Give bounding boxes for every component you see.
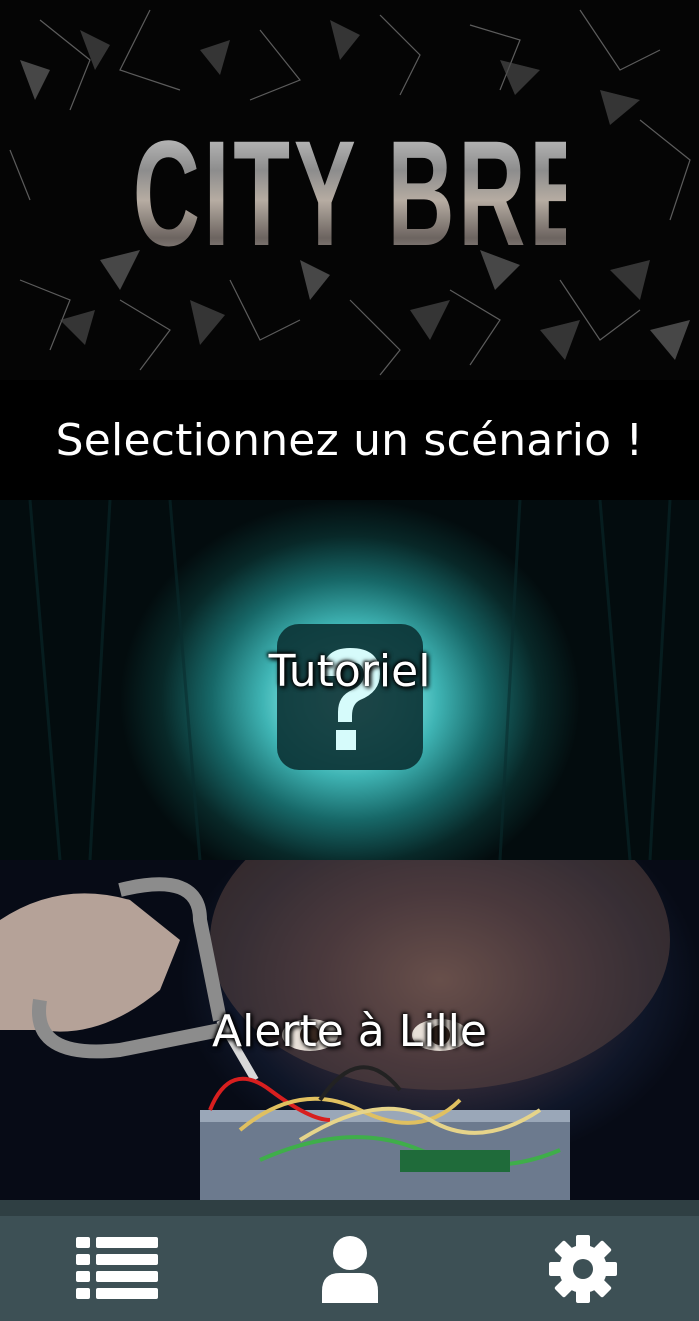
bottom-nav-bar (0, 1200, 699, 1321)
list-icon (75, 1236, 158, 1299)
scenario-label-alerte-lille: Alerte à Lille (212, 1006, 487, 1057)
scenario-card-tutorial[interactable]: Tutoriel (0, 500, 699, 860)
gear-icon (548, 1234, 617, 1303)
header-banner: CITY BREAK! (0, 0, 699, 380)
scenario-prompt-text: Selectionnez un scénario ! (55, 414, 644, 466)
app-logo-title: CITY BREAK! (132, 109, 699, 277)
scenario-prompt: Selectionnez un scénario ! (0, 380, 699, 500)
nav-settings-button[interactable] (523, 1224, 643, 1314)
app-screen: CITY BREAK! Selectionnez un scénario ! T… (0, 0, 699, 1321)
scenario-card-alerte-lille[interactable]: Alerte à Lille (0, 860, 699, 1200)
scenario-label-tutorial: Tutoriel (268, 646, 431, 697)
user-icon (321, 1235, 378, 1303)
nav-list-button[interactable] (57, 1224, 177, 1314)
nav-profile-button[interactable] (290, 1224, 410, 1314)
